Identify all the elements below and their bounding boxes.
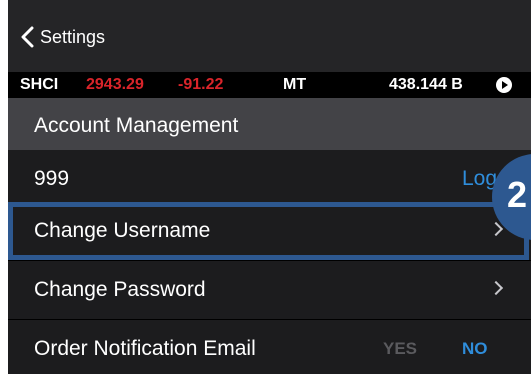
yes-option[interactable]: YES <box>383 339 417 359</box>
no-option[interactable]: NO <box>462 339 488 359</box>
account-number: 999 <box>34 167 70 190</box>
market-ticker: SHCI 2943.29 -91.22 MT 438.144 B <box>8 72 531 98</box>
back-label: Settings <box>40 26 106 47</box>
ticker-index: SHCI <box>20 76 59 93</box>
chevron-right-icon <box>488 280 504 296</box>
order-email-row: Order Notification Email YES NO <box>8 320 531 374</box>
ticker-change: -91.22 <box>178 76 224 93</box>
change-username-row[interactable]: Change Username <box>8 202 531 260</box>
account-row: 999 Logout <box>8 150 531 208</box>
play-icon[interactable] <box>496 77 512 93</box>
change-password-row[interactable]: Change Password <box>8 261 531 319</box>
ticker-label: MT <box>283 76 307 93</box>
order-email-label: Order Notification Email <box>34 337 256 360</box>
settings-screen: Settings SHCI 2943.29 -91.22 MT 438.144 … <box>8 0 531 374</box>
step-number: 2 <box>507 174 528 215</box>
navigation-bar: Settings <box>8 0 531 72</box>
ticker-price: 2943.29 <box>86 76 144 93</box>
change-password-label: Change Password <box>34 278 206 301</box>
ticker-amount: 438.144 B <box>389 76 463 93</box>
section-title: Account Management <box>34 114 239 137</box>
section-header: Account Management <box>8 98 531 150</box>
back-button[interactable]: Settings <box>20 26 105 48</box>
change-username-label: Change Username <box>34 219 211 242</box>
chevron-left-icon <box>21 26 34 48</box>
